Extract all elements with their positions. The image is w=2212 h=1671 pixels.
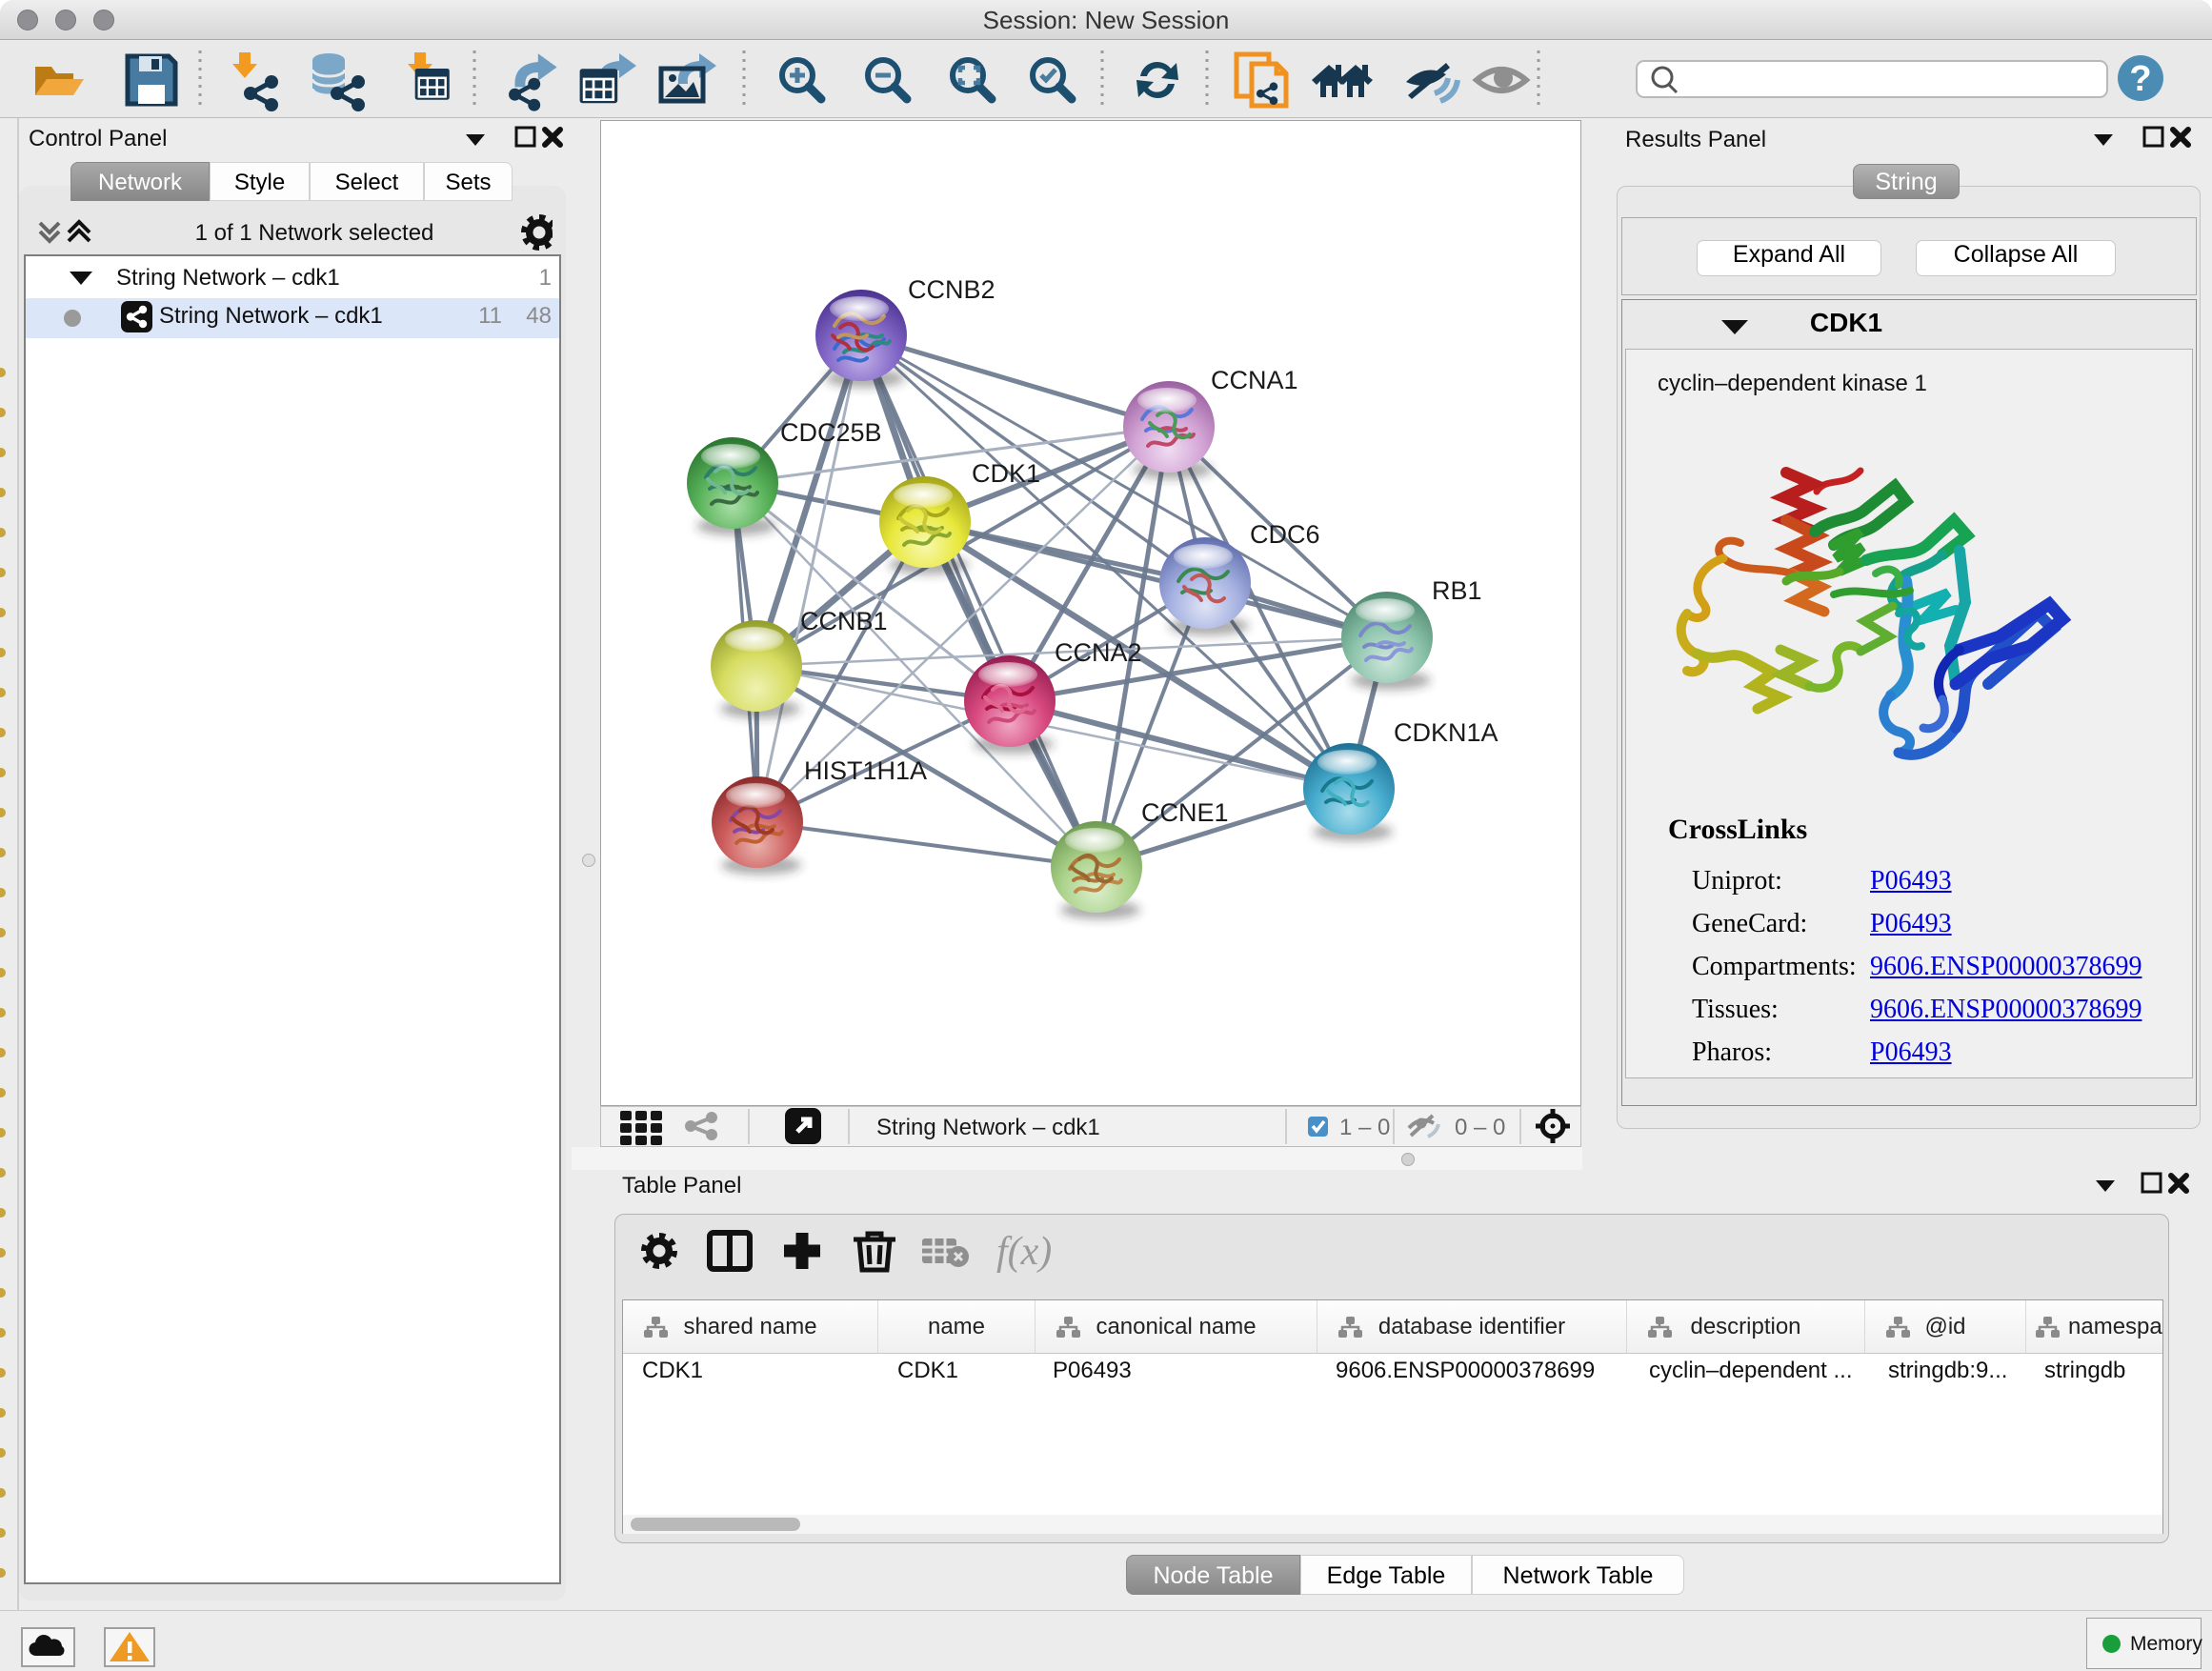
svg-text:CDK1: CDK1 xyxy=(972,459,1040,488)
svg-text:CCNA1: CCNA1 xyxy=(1211,366,1298,394)
svg-text:?: ? xyxy=(2129,59,2151,99)
svg-text:CCNB1: CCNB1 xyxy=(800,607,888,635)
svg-text:CDKN1A: CDKN1A xyxy=(1394,718,1498,747)
svg-text:0 – 0: 0 – 0 xyxy=(1455,1115,1505,1140)
svg-text:1 – 0: 1 – 0 xyxy=(1339,1115,1390,1140)
svg-text:f(x): f(x) xyxy=(996,1230,1052,1274)
svg-text:RB1: RB1 xyxy=(1432,576,1482,605)
svg-text:HIST1H1A: HIST1H1A xyxy=(804,756,927,785)
svg-text:String Network – cdk1: String Network – cdk1 xyxy=(876,1115,1100,1140)
svg-text:CDC6: CDC6 xyxy=(1250,520,1320,549)
svg-text:CCNA2: CCNA2 xyxy=(1055,638,1142,667)
svg-text:CDC25B: CDC25B xyxy=(780,418,882,447)
svg-text:CCNE1: CCNE1 xyxy=(1141,798,1229,827)
svg-text:CCNB2: CCNB2 xyxy=(908,275,995,304)
